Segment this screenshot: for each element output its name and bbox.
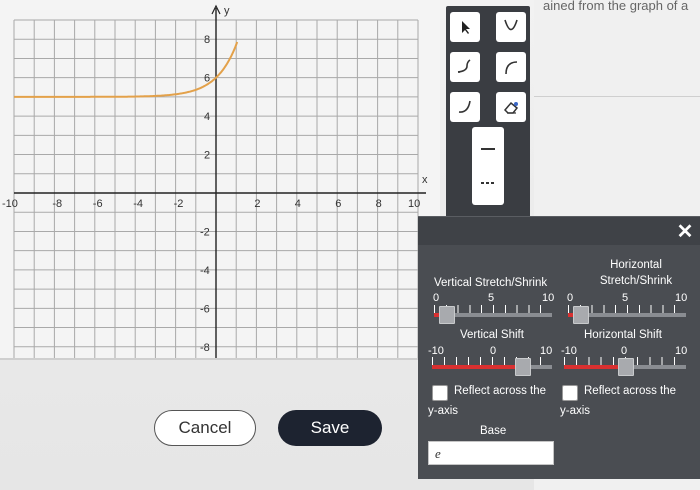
- slider-thumb[interactable]: [572, 306, 589, 324]
- x-tick-label: -10: [2, 198, 18, 210]
- tick-label: 5: [488, 292, 495, 304]
- x-tick-label: 6: [335, 198, 341, 210]
- y-tick-label: -6: [200, 303, 210, 315]
- x-tick-label: 8: [376, 198, 382, 210]
- x-tick-label: 2: [254, 198, 260, 210]
- horizontal-stretch-label-2: Stretch/Shrink: [599, 275, 673, 287]
- save-button[interactable]: Save: [278, 410, 382, 446]
- dialog-header: [418, 217, 700, 245]
- parabola-icon: [504, 19, 518, 31]
- cancel-button[interactable]: Cancel: [154, 410, 256, 446]
- tick-label: 10: [675, 292, 688, 304]
- x-tick-label: 10: [408, 198, 420, 210]
- x-tick-label: 4: [295, 198, 301, 210]
- horizontal-shift-label: Horizontal Shift: [584, 329, 662, 341]
- question-text: ained from the graph of a: [543, 0, 689, 13]
- tick-label: -10: [561, 345, 577, 357]
- curve-arc-icon: [505, 61, 518, 75]
- coordinate-grid[interactable]: xy-10 -8 -6 -4 -2 2 4 6 8 108642-2-4-6-8: [0, 0, 440, 360]
- reflect-x-checkbox[interactable]: [562, 385, 578, 401]
- tick-label: 0: [490, 345, 497, 357]
- tick-label: 0: [567, 292, 574, 304]
- pointer-icon: [462, 21, 470, 34]
- horizontal-shift-slider[interactable]: [564, 357, 686, 376]
- vertical-stretch-label: Vertical Stretch/Shrink: [434, 277, 548, 289]
- vertical-stretch-slider[interactable]: [434, 305, 552, 324]
- logarithm-tool[interactable]: [450, 92, 480, 122]
- y-tick-label: -8: [200, 342, 210, 354]
- graph-area[interactable]: x y -10 -8 -6 -4 -2 2 4 6 8 10 8 6 4 2 -2 -4 -6 -8: [0, 0, 440, 360]
- x-tick-label: -2: [174, 198, 184, 210]
- y-tick-label: -2: [200, 226, 210, 238]
- reflect-y-label-2: y-axis: [428, 405, 459, 417]
- reflect-y-label-1: Reflect across the: [454, 385, 547, 397]
- tick-label: 10: [542, 292, 555, 304]
- parabola-tool[interactable]: [496, 12, 526, 42]
- y-tick-label: 8: [204, 34, 210, 46]
- y-tick-label: 4: [204, 111, 210, 123]
- reflect-x-label-1: Reflect across the: [584, 385, 677, 397]
- horizontal-stretch-label-1: Horizontal: [610, 259, 662, 271]
- divider: [534, 96, 700, 97]
- line-style-selector[interactable]: [472, 127, 504, 205]
- curve-down-icon: [458, 100, 471, 113]
- x-tick-label: -4: [133, 198, 143, 210]
- y-tick-label: 2: [204, 150, 210, 162]
- arc-tool[interactable]: [496, 52, 526, 82]
- tick-label: 10: [540, 345, 553, 357]
- pointer-tool[interactable]: [450, 12, 480, 42]
- reflect-y-checkbox[interactable]: [432, 385, 448, 401]
- slider-thumb[interactable]: [515, 358, 531, 376]
- slider-fill: [564, 365, 625, 369]
- tick-label: -10: [428, 345, 444, 357]
- eraser-icon: [503, 101, 519, 114]
- slider-thumb[interactable]: [618, 358, 634, 376]
- base-label: Base: [480, 425, 507, 437]
- eraser-tool[interactable]: [496, 92, 526, 122]
- exponential-tool[interactable]: [450, 52, 480, 82]
- slider-thumb[interactable]: [438, 306, 455, 324]
- divider: [0, 358, 440, 360]
- horizontal-stretch-slider[interactable]: [568, 305, 686, 324]
- y-axis-label: y: [224, 5, 230, 17]
- x-tick-label: -8: [52, 198, 62, 210]
- tick-label: 5: [622, 292, 629, 304]
- vertical-shift-slider[interactable]: [432, 357, 552, 376]
- function-curve: [14, 41, 239, 98]
- close-icon[interactable]: ✕: [676, 222, 694, 242]
- base-input[interactable]: e: [428, 441, 554, 465]
- transformation-dialog: ✕ Vertical Stretch/Shrink 0 5 10 Horizon…: [418, 216, 700, 479]
- slider-fill: [432, 365, 522, 369]
- x-tick-label: -6: [93, 198, 103, 210]
- tick-label: 0: [433, 292, 440, 304]
- tick-label: 0: [621, 345, 628, 357]
- y-tick-label: -4: [200, 265, 210, 277]
- vertical-shift-label: Vertical Shift: [460, 329, 524, 341]
- reflect-x-label-2: y-axis: [560, 405, 591, 417]
- tick-label: 10: [675, 345, 688, 357]
- x-axis-label: x: [422, 174, 428, 186]
- curve-up-icon: [457, 59, 471, 73]
